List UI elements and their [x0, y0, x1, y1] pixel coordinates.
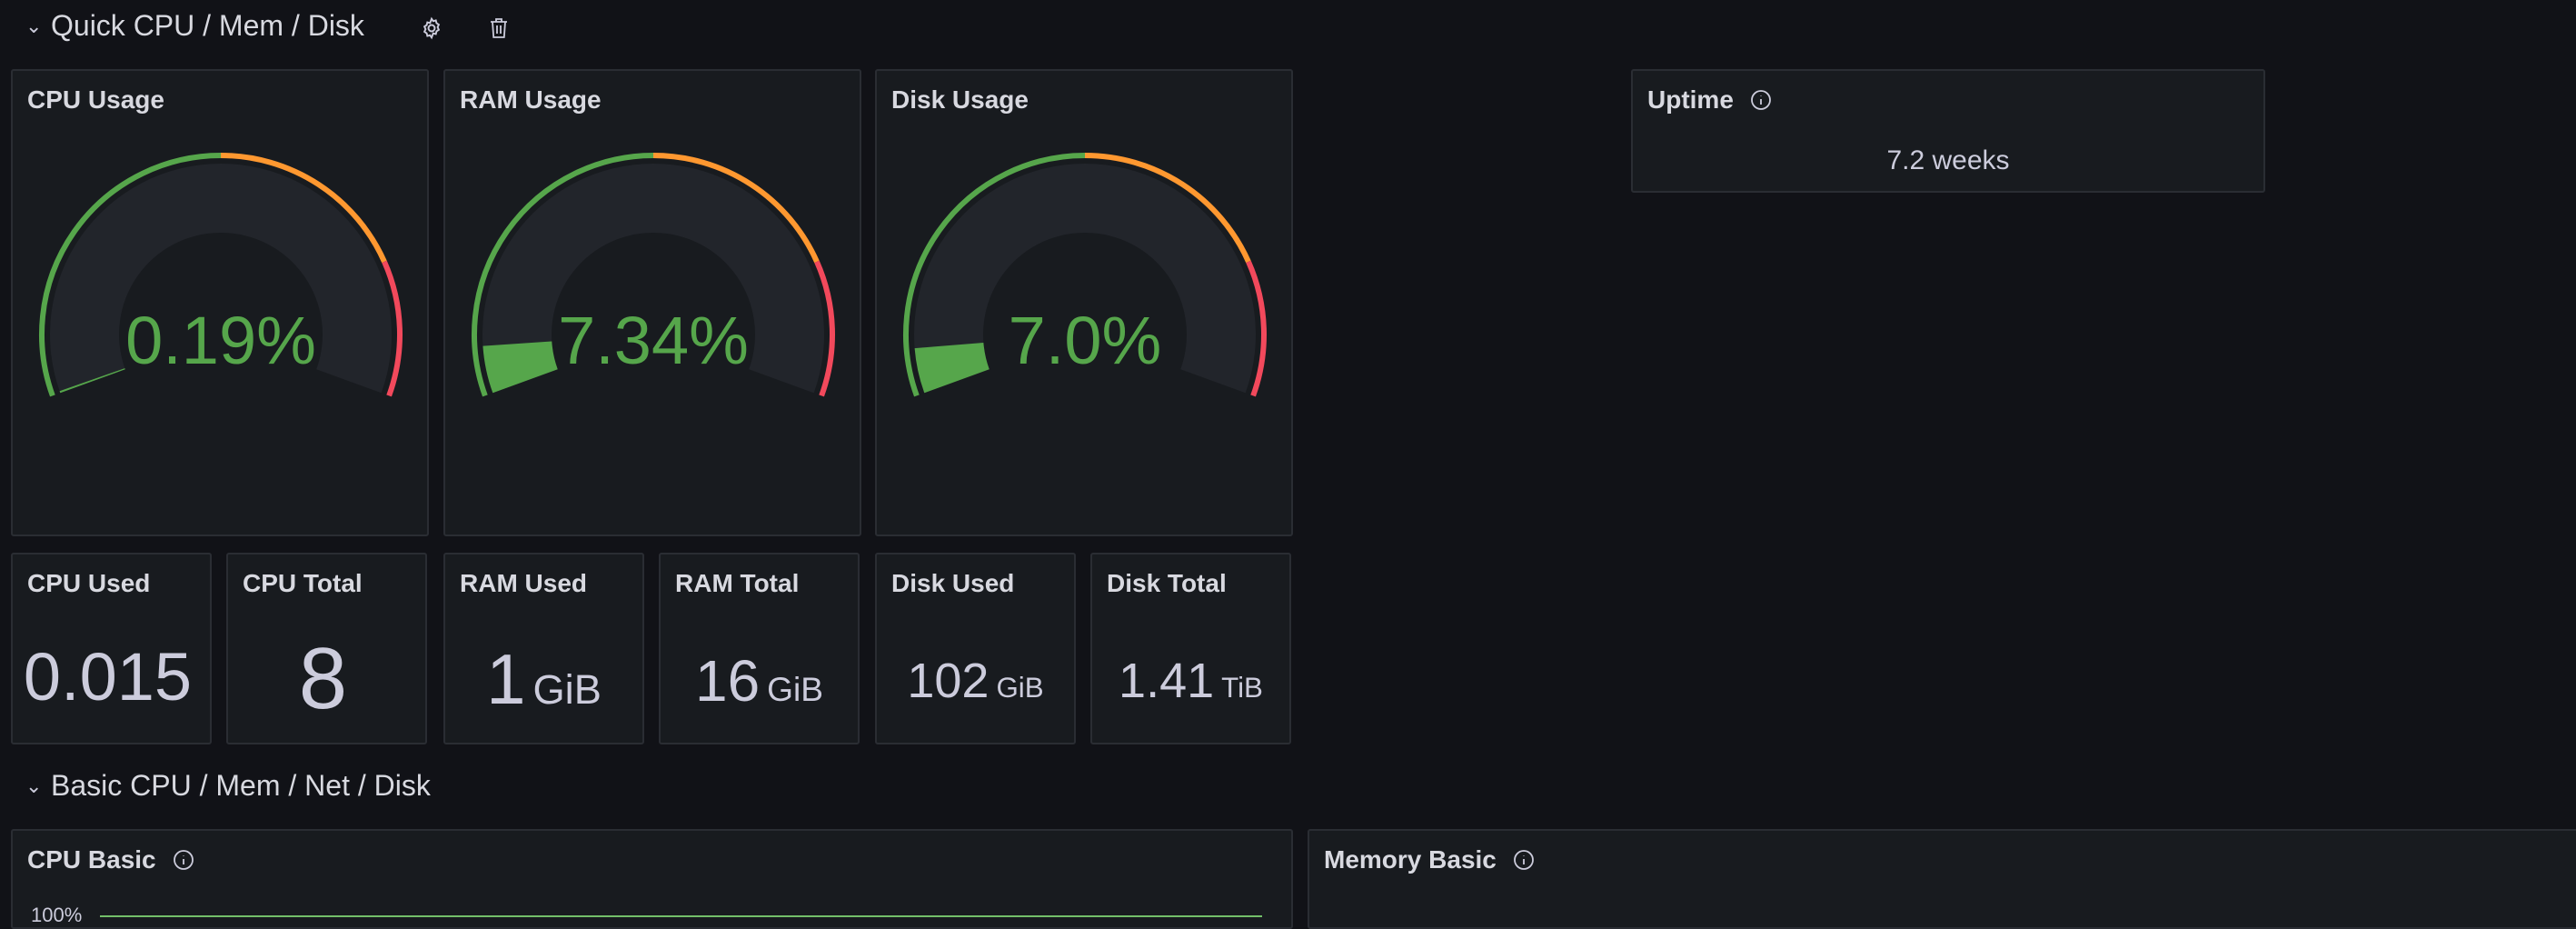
info-icon[interactable] [1750, 89, 1772, 111]
panel-title: Disk Total [1107, 569, 1227, 597]
stat-value: 1 GiB [486, 639, 602, 719]
panel-title: RAM Used [460, 569, 588, 597]
chevron-down-icon[interactable]: ⌄ [25, 774, 42, 798]
panel-title-row: Memory Basic [1324, 845, 1535, 874]
stat-value: 102 GiB [907, 654, 1044, 708]
panel-title: Uptime [1647, 85, 1734, 114]
stat-panel[interactable]: Disk Total 1.41 TiB [1090, 553, 1291, 744]
gauge-chart: 7.0% [903, 153, 1267, 397]
y-axis-label: 100% [31, 904, 83, 926]
gauge-panel[interactable]: RAM Usage 7.34% [443, 69, 861, 536]
panel-title: Memory Basic [1324, 845, 1497, 874]
stat-value: 0.015 [23, 639, 193, 714]
stat-panel[interactable]: RAM Total 16 GiB [659, 553, 860, 744]
stat-panel[interactable]: Disk Used 102 GiB [875, 553, 1076, 744]
gauge-panel[interactable]: Disk Usage 7.0% [875, 69, 1293, 536]
stat-panel[interactable]: RAM Used 1 GiB [443, 553, 644, 744]
info-icon[interactable] [1513, 849, 1535, 871]
stat-value: 16 GiB [694, 648, 824, 714]
gauge-value-text: 7.34% [558, 303, 749, 378]
panel-title-row: Uptime [1647, 85, 1772, 115]
gauge-value-fill [482, 341, 558, 394]
chevron-down-icon[interactable]: ⌄ [25, 15, 42, 38]
uptime-panel[interactable]: Uptime 7.2 weeks [1631, 69, 2265, 193]
gauge-chart: 7.34% [472, 153, 835, 397]
stat-value: 8 [298, 630, 348, 727]
panel-title: Disk Used [891, 569, 1015, 597]
panel-title: CPU Used [27, 569, 151, 597]
stat-panel[interactable]: CPU Total 8 [226, 553, 427, 744]
panel-title: CPU Basic [27, 845, 156, 874]
gauge-chart: 0.19% [39, 153, 403, 397]
series-line [100, 915, 1262, 917]
gauge-panel[interactable]: CPU Usage 0.19% [11, 69, 429, 536]
trash-icon[interactable] [483, 13, 514, 44]
cpu-basic-panel[interactable]: CPU Basic 100% [11, 829, 1293, 929]
stat-panel[interactable]: CPU Used 0.015 [11, 553, 212, 744]
row-header-quick[interactable]: ⌄ Quick CPU / Mem / Disk [25, 9, 364, 43]
gauge-value-text: 7.0% [1009, 303, 1162, 378]
row-title: Basic CPU / Mem / Net / Disk [51, 769, 431, 802]
stat-value: 1.41 TiB [1119, 654, 1263, 708]
panel-title-row: CPU Basic [27, 845, 194, 874]
gauge-value-text: 0.19% [125, 303, 316, 378]
uptime-value: 7.2 weeks [1886, 145, 2010, 175]
panel-title: CPU Total [243, 569, 363, 597]
info-icon[interactable] [173, 849, 194, 871]
row-title: Quick CPU / Mem / Disk [51, 9, 364, 42]
memory-basic-panel[interactable]: Memory Basic [1308, 829, 2576, 929]
gear-icon[interactable] [416, 13, 447, 44]
panel-title: RAM Total [675, 569, 800, 597]
row-header-basic[interactable]: ⌄ Basic CPU / Mem / Net / Disk [25, 769, 431, 803]
gauge-value-fill [914, 342, 990, 394]
